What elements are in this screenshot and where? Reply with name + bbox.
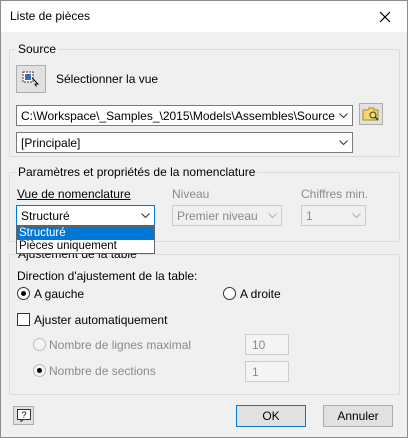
view-dropdown-list: Structuré Pièces uniquement [16,226,155,254]
view-label: Vue de nomenclature [17,187,131,201]
folder-icon [362,107,379,121]
align-left-label[interactable]: A gauche [34,287,84,301]
align-right-radio[interactable] [223,287,236,300]
bom-legend: Paramètres et propriétés de la nomenclat… [16,165,258,179]
chevron-down-icon [335,133,352,152]
view-label-text: Vue de nomenclature [17,187,131,201]
auto-adjust-label[interactable]: Ajuster automatiquement [34,313,167,327]
sections-input[interactable]: 1 [245,361,289,382]
max-rows-value: 10 [252,338,266,352]
digits-value: 1 [306,209,313,223]
sections-label: Nombre de sections [49,364,156,378]
chevron-down-icon [335,106,352,125]
cancel-button[interactable]: Annuler [323,405,393,427]
svg-text:?: ? [21,410,26,420]
digits-dropdown[interactable]: 1 [301,205,366,226]
select-view-icon [22,71,40,87]
ok-button[interactable]: OK [236,405,306,427]
help-icon: ? [16,409,31,422]
dropdown-option[interactable]: Structuré [17,227,154,240]
select-view-label[interactable]: Sélectionner la vue [56,72,158,86]
source-legend: Source [16,42,59,56]
level-label: Niveau [172,187,210,201]
digits-label: Chiffres min. [301,187,369,201]
view-value: Structuré [21,209,70,223]
representation-dropdown[interactable]: [Principale] [16,132,353,153]
align-left-radio[interactable] [17,287,30,300]
window-title: Liste de pièces [10,9,91,23]
browse-folder-button[interactable] [359,103,383,125]
select-view-button[interactable] [16,65,46,93]
title-bar: Liste de pièces [1,1,407,32]
close-icon [379,11,391,22]
source-path-value: C:\Workspace\_Samples_\2015\Models\Assem… [21,109,335,123]
max-rows-label: Nombre de lignes maximal [49,338,192,352]
max-rows-input[interactable]: 10 [245,334,289,355]
close-button[interactable] [363,1,407,32]
dropdown-option[interactable]: Pièces uniquement [17,240,154,253]
ok-label: OK [262,409,280,423]
chevron-down-icon [348,206,365,225]
help-button[interactable]: ? [13,406,34,425]
cancel-label: Annuler [337,409,379,423]
sections-value: 1 [252,365,259,379]
max-rows-radio[interactable] [33,338,46,351]
auto-adjust-checkbox[interactable] [17,313,30,326]
source-path-dropdown[interactable]: C:\Workspace\_Samples_\2015\Models\Assem… [16,105,353,126]
align-right-label[interactable]: A droite [240,287,281,301]
dialog-window: Liste de pièces Source Sélectionner la v… [0,0,408,438]
level-value: Premier niveau [177,209,258,223]
level-dropdown[interactable]: Premier niveau [172,205,282,226]
direction-label: Direction d'ajustement de la table: [17,269,198,283]
sections-radio[interactable] [33,364,46,377]
view-dropdown[interactable]: Structuré [16,205,155,226]
chevron-down-icon [264,206,281,225]
representation-value: [Principale] [21,136,81,150]
chevron-down-icon [137,206,154,225]
